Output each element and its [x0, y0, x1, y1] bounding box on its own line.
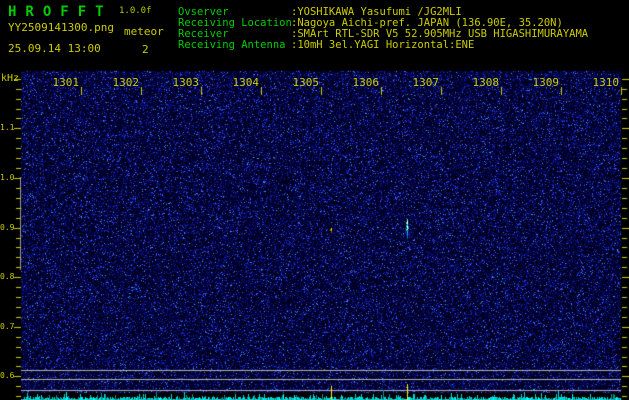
- y-axis-unit: kHz: [1, 73, 20, 84]
- time-label-1303: 1303: [172, 76, 200, 89]
- time-label-1309: 1309: [532, 76, 560, 89]
- station-info: Ovserver:YOSHIKAWA Yasufumi /JG2MLI Rece…: [178, 7, 588, 51]
- hrofft-window: HROFFT 1.0.0f YY2509141300.png meteor 25…: [0, 0, 629, 400]
- time-label-1304: 1304: [232, 76, 260, 89]
- freq-label-1.0: 1.0: [0, 173, 15, 182]
- freq-label-0.9: 0.9: [0, 223, 15, 232]
- datetime-label: 25.09.14 13:00: [8, 42, 101, 55]
- time-label-1310: 1310: [592, 76, 620, 89]
- info-value: :10mH 3el.YAGI Horizontal:ENE: [291, 39, 475, 51]
- time-label-1301: 1301: [52, 76, 80, 89]
- time-label-1306: 1306: [352, 76, 380, 89]
- echo-count: 2: [142, 43, 149, 56]
- time-label-1305: 1305: [292, 76, 320, 89]
- spectrogram-canvas: [0, 0, 629, 400]
- info-label: Receiving Antenna: [178, 39, 286, 51]
- app-version: 1.0.0f: [119, 6, 152, 16]
- mode-label: meteor: [124, 25, 164, 38]
- time-label-1302: 1302: [112, 76, 140, 89]
- output-filename: YY2509141300.png: [8, 21, 114, 34]
- freq-label-0.7: 0.7: [0, 322, 15, 331]
- info-row-antenna: Receiving Antenna :10mH 3el.YAGI Horizont…: [178, 40, 588, 51]
- freq-label-0.8: 0.8: [0, 272, 15, 281]
- time-label-1307: 1307: [412, 76, 440, 89]
- freq-label-1.1: 1.1: [0, 123, 15, 132]
- freq-label-0.6: 0.6: [0, 371, 15, 380]
- time-label-1308: 1308: [472, 76, 500, 89]
- app-title: HROFFT: [8, 4, 113, 20]
